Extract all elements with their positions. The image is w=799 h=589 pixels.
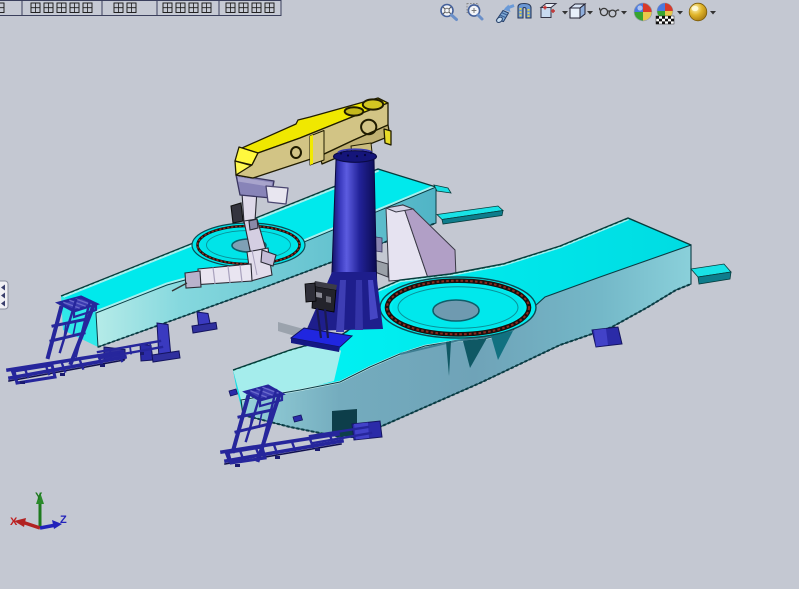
svg-text:Z: Z [60, 514, 67, 526]
svg-text:X: X [10, 516, 18, 528]
svg-text:Y: Y [35, 491, 43, 503]
